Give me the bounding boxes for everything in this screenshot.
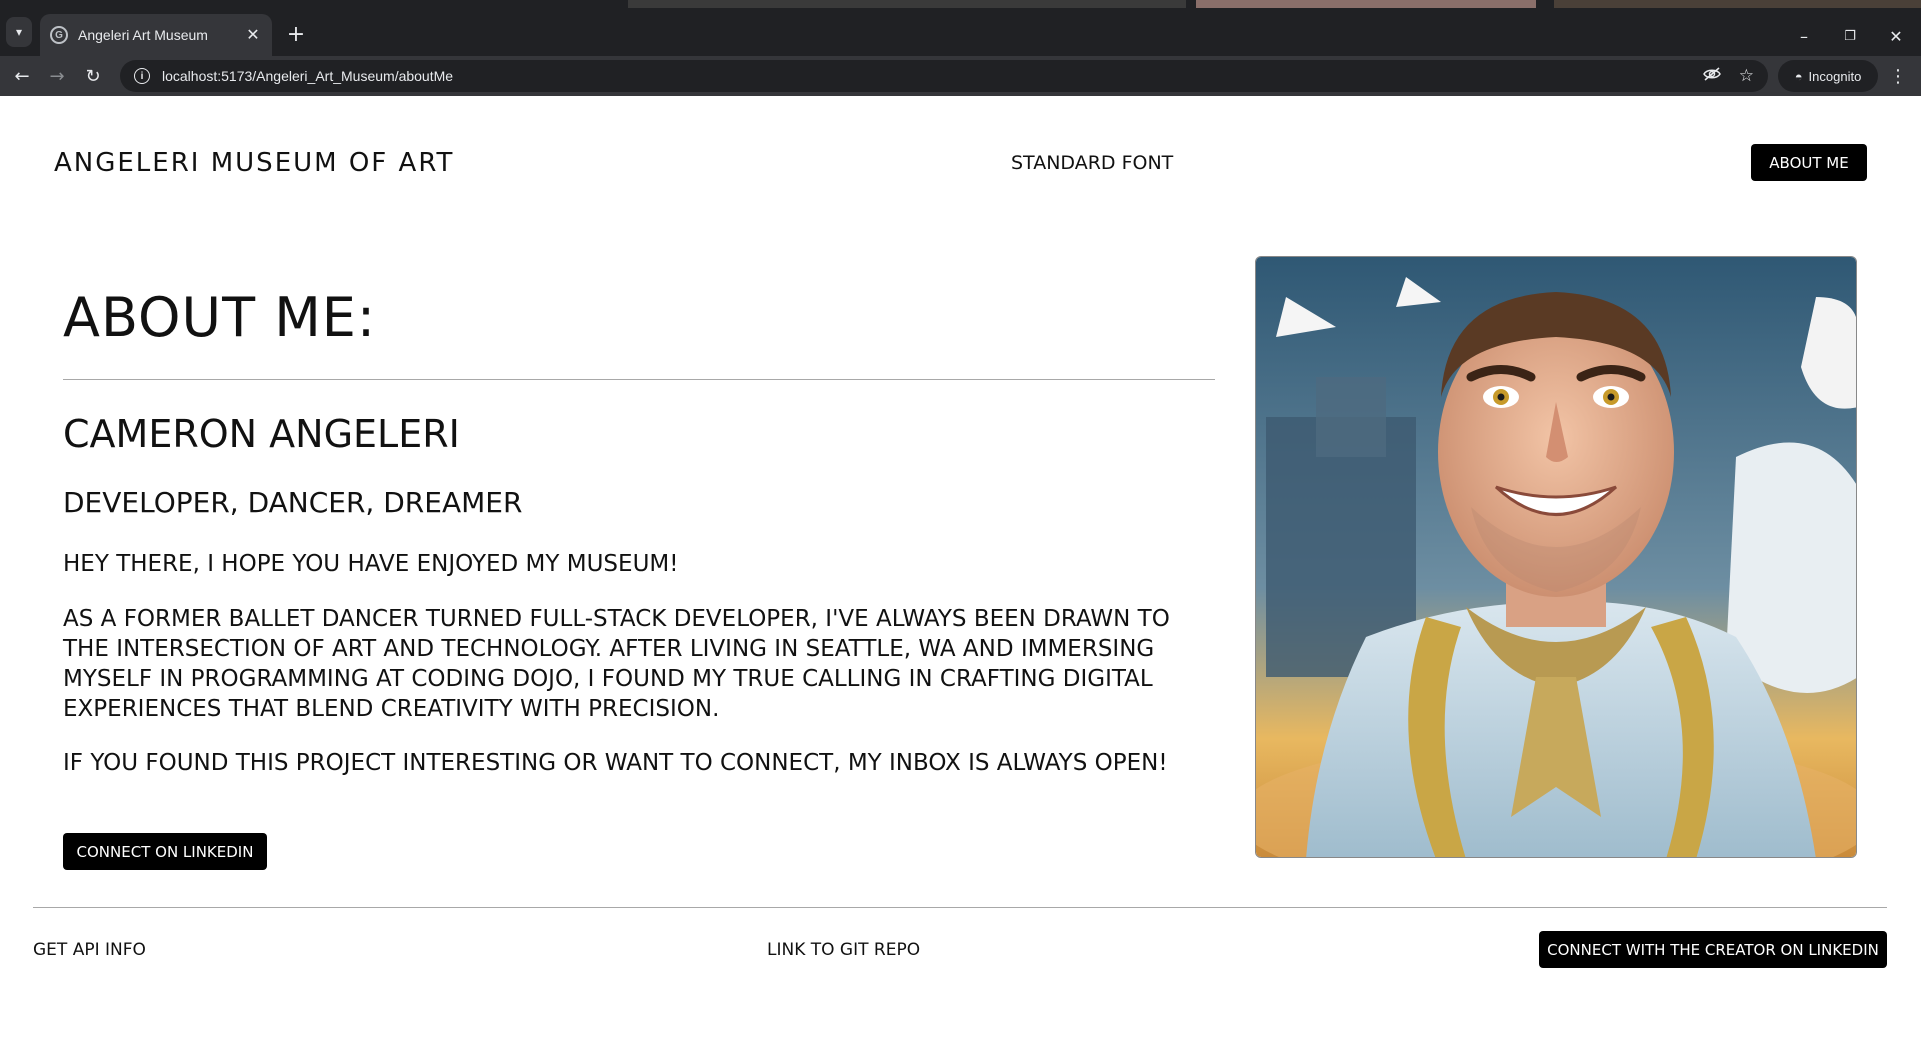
tab-bar: ▾ G Angeleri Art Museum ✕ + – ❐ ✕ xyxy=(0,8,1921,56)
tab-search-chevron-down-icon[interactable]: ▾ xyxy=(6,17,32,47)
tagline: DEVELOPER, DANCER, DREAMER xyxy=(63,486,523,519)
forward-arrow-icon[interactable]: → xyxy=(41,60,73,92)
connect-linkedin-button[interactable]: CONNECT ON LINKEDIN xyxy=(63,833,267,870)
contact-text: IF YOU FOUND THIS PROJECT INTERESTING OR… xyxy=(63,750,1168,776)
minimize-icon[interactable]: – xyxy=(1781,16,1827,56)
page-content: ANGELERI MUSEUM OF ART STANDARD FONT ABO… xyxy=(0,96,1921,1041)
portrait-illustration xyxy=(1256,257,1856,857)
globe-favicon-icon: G xyxy=(50,26,68,44)
incognito-icon: ◓ xyxy=(1794,68,1803,84)
standard-font-toggle[interactable]: STANDARD FONT xyxy=(1011,152,1173,174)
site-info-icon[interactable]: i xyxy=(134,68,150,84)
background-thumbnail xyxy=(1196,0,1536,8)
browser-tab[interactable]: G Angeleri Art Museum ✕ xyxy=(40,14,272,56)
divider xyxy=(63,379,1215,380)
git-repo-link[interactable]: LINK TO GIT REPO xyxy=(767,940,920,960)
bio-text: AS A FORMER BALLET DANCER TURNED FULL-ST… xyxy=(63,606,1170,722)
page-title: ABOUT ME: xyxy=(63,286,377,349)
bookmark-star-icon[interactable]: ☆ xyxy=(1739,66,1754,87)
eye-off-icon[interactable] xyxy=(1702,66,1721,87)
address-bar[interactable]: i localhost:5173/Angeleri_Art_Museum/abo… xyxy=(120,60,1768,92)
back-arrow-icon[interactable]: ← xyxy=(6,60,38,92)
reload-icon[interactable]: ↻ xyxy=(77,60,109,92)
browser-toolbar: ← → ↻ i localhost:5173/Angeleri_Art_Muse… xyxy=(0,56,1921,96)
connect-creator-linkedin-button[interactable]: CONNECT WITH THE CREATOR ON LINKEDIN xyxy=(1539,931,1887,968)
background-thumbnail xyxy=(628,0,1186,8)
tab-close-icon[interactable]: ✕ xyxy=(244,25,262,45)
footer-divider xyxy=(33,907,1887,908)
window-close-icon[interactable]: ✕ xyxy=(1873,16,1919,56)
background-thumbnail xyxy=(1554,0,1921,8)
site-title[interactable]: ANGELERI MUSEUM OF ART xyxy=(54,148,454,178)
url-text[interactable]: localhost:5173/Angeleri_Art_Museum/about… xyxy=(162,68,1703,84)
browser-menu-icon[interactable]: ⋮ xyxy=(1884,60,1912,92)
greeting-text: HEY THERE, I HOPE YOU HAVE ENJOYED MY MU… xyxy=(63,551,679,577)
restore-icon[interactable]: ❐ xyxy=(1827,16,1873,56)
window-top-strip xyxy=(0,0,1921,8)
tab-title: Angeleri Art Museum xyxy=(78,27,208,43)
about-me-button[interactable]: ABOUT ME xyxy=(1751,144,1867,181)
incognito-label: Incognito xyxy=(1808,68,1862,84)
get-api-info-link[interactable]: GET API INFO xyxy=(33,940,146,960)
portrait-image xyxy=(1255,256,1857,858)
author-name: CAMERON ANGELERI xyxy=(63,412,460,456)
new-tab-plus-icon[interactable]: + xyxy=(282,20,310,48)
incognito-badge[interactable]: ◓ Incognito xyxy=(1778,60,1878,92)
